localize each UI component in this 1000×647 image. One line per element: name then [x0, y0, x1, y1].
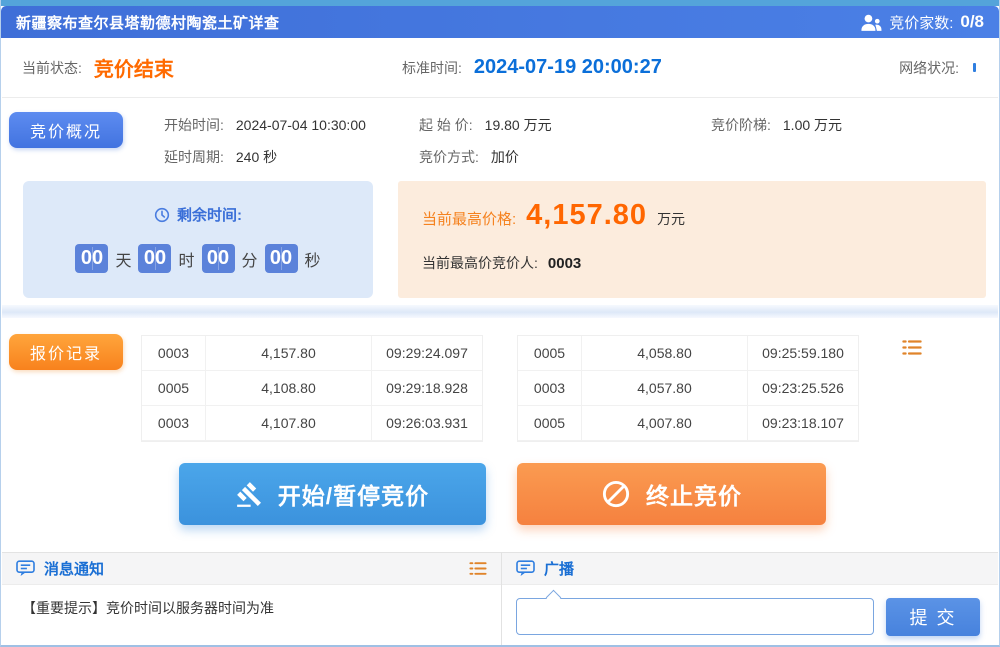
bid-cell-bidder: 0003	[142, 336, 206, 371]
highest-price-panel: 当前最高价格: 4,157.80 万元 当前最高价竞价人: 0003	[398, 181, 986, 298]
stop-bidding-button[interactable]: 终止竞价	[517, 463, 826, 525]
countdown-minutes: 00	[202, 244, 235, 273]
time-label: 标准时间:	[402, 58, 462, 78]
highest-bidder-label: 当前最高价竞价人:	[422, 253, 538, 273]
section-label-records: 报价记录	[9, 334, 123, 370]
state-value: 竞价结束	[94, 53, 174, 82]
unit-second: 秒	[305, 247, 321, 271]
unit-minute: 分	[242, 247, 258, 271]
network-status: 网络状况:	[899, 38, 976, 97]
field-label: 竞价方式:	[419, 149, 479, 165]
gavel-icon	[236, 481, 263, 508]
field-delay-period: 延时周期: 240 秒	[164, 147, 277, 167]
field-label: 延时周期:	[164, 149, 224, 165]
field-start-price: 起 始 价: 19.80 万元	[419, 115, 552, 135]
notice-panel: 消息通知 【重要提示】竞价时间以服务器时间为准	[2, 552, 502, 645]
bid-cell-time: 09:26:03.931	[372, 406, 482, 441]
bottom-panels: 消息通知 【重要提示】竞价时间以服务器时间为准	[2, 552, 998, 645]
field-label: 竞价阶梯:	[711, 117, 771, 133]
bid-records-table-right: 0005 4,058.80 09:25:59.180 0003 4,057.80…	[517, 335, 859, 442]
bid-cell-bidder: 0005	[518, 406, 582, 441]
start-pause-bidding-button[interactable]: 开始/暂停竞价	[179, 463, 486, 525]
highest-price-unit: 万元	[657, 209, 685, 229]
section-divider	[2, 305, 998, 318]
countdown-label: 剩余时间:	[177, 204, 242, 225]
countdown-hours: 00	[138, 244, 171, 273]
field-value: 19.80 万元	[485, 117, 552, 133]
submit-button[interactable]: 提 交	[886, 598, 980, 636]
current-state: 当前状态: 竞价结束	[22, 38, 174, 97]
title-bar: 新疆察布查尔县塔勒德村陶瓷土矿详查 竞价家数: 0/8	[1, 6, 999, 38]
notice-header: 消息通知	[2, 552, 501, 585]
highest-bidder-value: 0003	[548, 255, 581, 272]
countdown-panel: 剩余时间: 00 天 00 时 00 分 00 秒	[23, 181, 373, 298]
highest-bidder-row: 当前最高价竞价人: 0003	[422, 253, 581, 273]
users-icon	[861, 14, 882, 31]
bid-cell-bidder: 0003	[518, 371, 582, 406]
highest-price-row: 当前最高价格: 4,157.80 万元	[422, 199, 685, 232]
bid-cell-price: 4,107.80	[206, 406, 372, 441]
bidders-count-group: 竞价家数: 0/8	[861, 12, 984, 33]
bid-cell-bidder: 0005	[142, 371, 206, 406]
unit-day: 天	[115, 247, 131, 271]
broadcast-header: 广播	[502, 552, 998, 585]
highest-price-value: 4,157.80	[526, 199, 647, 232]
bidders-value: 0/8	[960, 12, 984, 32]
notice-title: 消息通知	[44, 558, 104, 579]
field-value: 加价	[491, 149, 519, 165]
time-value: 2024-07-19 20:00:27	[474, 56, 662, 79]
records-list-icon[interactable]	[902, 339, 922, 356]
unit-hour: 时	[178, 247, 194, 271]
broadcast-input[interactable]	[516, 598, 874, 635]
server-time: 标准时间: 2024-07-19 20:00:27	[402, 38, 662, 97]
ban-icon	[601, 479, 631, 509]
field-label: 起 始 价:	[419, 117, 473, 133]
field-start-time: 开始时间: 2024-07-04 10:30:00	[164, 115, 366, 135]
network-label: 网络状况:	[899, 58, 959, 78]
bid-cell-price: 4,108.80	[206, 371, 372, 406]
broadcast-title: 广播	[544, 558, 574, 579]
broadcast-input-wrap	[516, 598, 874, 635]
notice-message: 【重要提示】竞价时间以服务器时间为准	[2, 585, 501, 631]
clock-icon	[154, 207, 170, 223]
state-label: 当前状态:	[22, 58, 82, 78]
broadcast-body: 提 交	[502, 585, 998, 647]
stop-label: 终止竞价	[646, 477, 742, 511]
signal-bar-icon	[973, 63, 976, 72]
broadcast-panel: 广播 提 交	[502, 552, 998, 645]
field-value: 1.00 万元	[783, 117, 842, 133]
bid-cell-time: 09:25:59.180	[748, 336, 858, 371]
page-title: 新疆察布查尔县塔勒德村陶瓷土矿详查	[16, 12, 280, 33]
bid-cell-bidder: 0005	[518, 336, 582, 371]
notice-list-icon[interactable]	[469, 561, 487, 576]
bid-cell-price: 4,057.80	[582, 371, 748, 406]
field-bid-method: 竞价方式: 加价	[419, 147, 519, 167]
chat-bubble-icon	[16, 560, 35, 577]
section-label-overview: 竞价概况	[9, 112, 123, 148]
auction-page: 新疆察布查尔县塔勒德村陶瓷土矿详查 竞价家数: 0/8 当前状态: 竞价结束 标…	[0, 0, 1000, 647]
field-value: 240 秒	[236, 149, 277, 165]
countdown-days: 00	[75, 244, 108, 273]
bid-cell-bidder: 0003	[142, 406, 206, 441]
highest-price-label: 当前最高价格:	[422, 208, 516, 229]
bidders-label: 竞价家数:	[889, 12, 953, 33]
bid-cell-price: 4,157.80	[206, 336, 372, 371]
bid-cell-time: 09:23:25.526	[748, 371, 858, 406]
bid-cell-time: 09:23:18.107	[748, 406, 858, 441]
start-pause-label: 开始/暂停竞价	[278, 477, 429, 511]
bid-cell-time: 09:29:18.928	[372, 371, 482, 406]
field-value: 2024-07-04 10:30:00	[236, 117, 366, 133]
chat-bubble-icon	[516, 560, 535, 577]
bid-cell-time: 09:29:24.097	[372, 336, 482, 371]
countdown-digits: 00 天 00 时 00 分 00 秒	[23, 244, 373, 273]
bid-cell-price: 4,058.80	[582, 336, 748, 371]
field-bid-step: 竞价阶梯: 1.00 万元	[711, 115, 842, 135]
bid-cell-price: 4,007.80	[582, 406, 748, 441]
bid-records-table-left: 0003 4,157.80 09:29:24.097 0005 4,108.80…	[141, 335, 483, 442]
field-label: 开始时间:	[164, 117, 224, 133]
countdown-seconds: 00	[265, 244, 298, 273]
countdown-title-row: 剩余时间:	[23, 204, 373, 225]
status-bar: 当前状态: 竞价结束 标准时间: 2024-07-19 20:00:27 网络状…	[2, 38, 998, 98]
